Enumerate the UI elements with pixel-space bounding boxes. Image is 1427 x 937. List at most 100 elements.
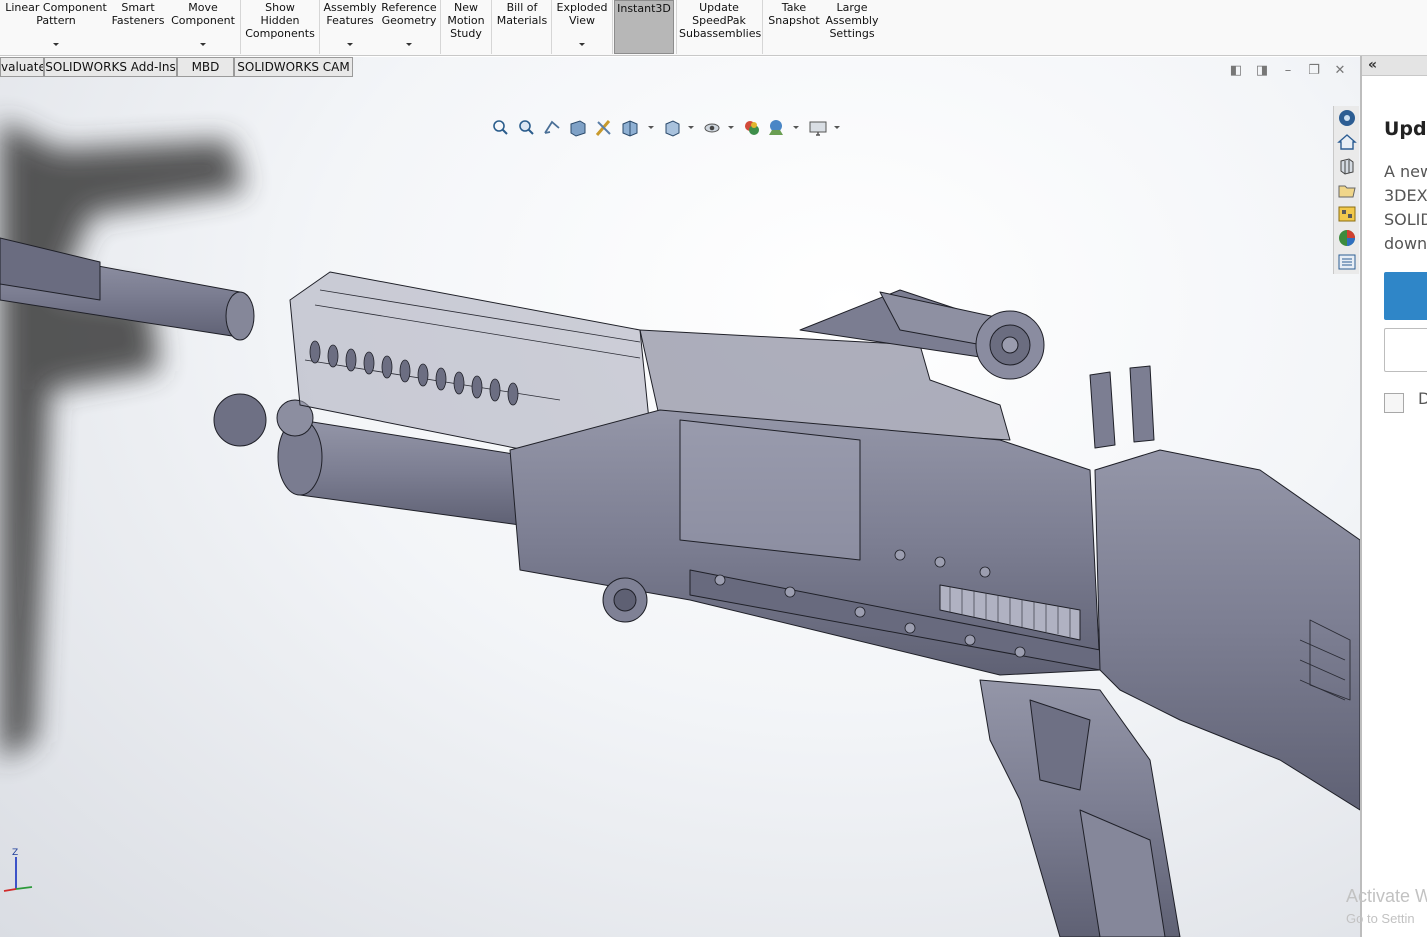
smart-fasteners-button[interactable]: Smart Fasteners — [110, 0, 166, 54]
button-label-line: Component — [171, 14, 235, 27]
tile-left-icon[interactable]: ◧ — [1228, 63, 1244, 79]
hide-show-items-icon[interactable] — [702, 118, 722, 138]
button-label-line: Show — [265, 1, 295, 14]
panel-message-line: SOLID — [1384, 210, 1427, 229]
panel-header: « — [1362, 56, 1427, 76]
section-view-icon[interactable] — [568, 118, 588, 138]
assembly-model-view[interactable] — [0, 57, 1360, 937]
dont-show-again-checkbox[interactable] — [1384, 393, 1404, 413]
button-label-line: Motion — [447, 14, 485, 27]
large-assembly-settings-button[interactable]: Large Assembly Settings — [824, 0, 880, 54]
graphics-area[interactable]: Z — [0, 57, 1360, 937]
close-icon[interactable]: ✕ — [1332, 63, 1348, 79]
appearances-scenes-icon[interactable] — [1337, 228, 1357, 248]
apply-scene-icon[interactable] — [766, 118, 786, 138]
button-label-line: Update — [699, 1, 739, 14]
display-style-icon[interactable] — [662, 118, 682, 138]
tab-evaluate[interactable]: valuate — [0, 57, 44, 77]
view-palette-icon[interactable] — [1337, 204, 1357, 224]
button-label-line: Study — [450, 27, 482, 40]
machine-gun-assembly[interactable] — [0, 237, 1360, 937]
previous-view-icon[interactable] — [542, 118, 562, 138]
bill-of-materials-button[interactable]: Bill of Materials — [494, 0, 550, 54]
chevron-down-icon[interactable] — [793, 126, 799, 129]
chevron-down-icon[interactable] — [347, 43, 353, 46]
chevron-down-icon[interactable] — [406, 43, 412, 46]
chevron-down-icon[interactable] — [53, 43, 59, 46]
minimize-icon[interactable]: – — [1280, 63, 1296, 79]
tile-right-icon[interactable]: ◨ — [1254, 63, 1270, 79]
button-label-line: Linear Component — [5, 1, 107, 14]
show-hidden-components-button[interactable]: Show Hidden Components — [243, 0, 317, 54]
command-manager-ribbon: Linear Component Pattern Smart Fasteners… — [0, 0, 1427, 56]
restore-icon[interactable]: ❐ — [1306, 63, 1322, 79]
button-label-line: Bill of — [506, 1, 538, 14]
task-pane-tab-strip — [1333, 106, 1359, 274]
zoom-to-area-icon[interactable] — [516, 118, 536, 138]
chevron-down-icon[interactable] — [579, 43, 585, 46]
chevron-down-icon[interactable] — [728, 126, 734, 129]
ribbon-separator — [612, 0, 613, 54]
blurred-foreground-part — [0, 120, 245, 760]
button-label-line: New — [454, 1, 478, 14]
chevron-down-icon[interactable] — [688, 126, 694, 129]
activate-windows-watermark: Activate W — [1346, 886, 1427, 906]
new-motion-study-button[interactable]: New Motion Study — [443, 0, 489, 54]
button-label-line: Materials — [496, 14, 548, 27]
button-label-line: Exploded — [556, 1, 608, 14]
ribbon-separator — [762, 0, 763, 54]
move-component-button[interactable]: Move Component — [170, 0, 236, 54]
chevron-down-icon[interactable] — [200, 43, 206, 46]
collapse-panel-icon[interactable]: « — [1368, 56, 1377, 74]
ribbon-separator — [491, 0, 492, 54]
home-icon[interactable] — [1337, 132, 1357, 152]
solidworks-resources-icon[interactable] — [1337, 108, 1357, 128]
ribbon-separator — [440, 0, 441, 54]
button-label-line: Hidden — [260, 14, 300, 27]
button-label-line: Move — [188, 1, 218, 14]
view-orientation-icon[interactable] — [620, 118, 640, 138]
linear-component-pattern-button[interactable]: Linear Component Pattern — [4, 0, 108, 54]
panel-message-line: 3DEX — [1384, 186, 1427, 205]
custom-properties-icon[interactable] — [1337, 252, 1357, 272]
button-label-line: Pattern — [36, 14, 76, 27]
dynamic-annotation-icon[interactable] — [594, 118, 614, 138]
take-snapshot-button[interactable]: Take Snapshot — [766, 0, 822, 54]
assembly-features-button[interactable]: Assembly Features — [322, 0, 378, 54]
panel-message-line: A new — [1384, 162, 1427, 181]
button-label-line: Snapshot — [768, 14, 820, 27]
tab-solidworks-add-ins[interactable]: SOLIDWORKS Add-Ins — [44, 57, 177, 77]
panel-title: Upda — [1384, 118, 1427, 140]
chevron-down-icon[interactable] — [648, 126, 654, 129]
secondary-action-button[interactable] — [1384, 328, 1427, 372]
exploded-view-button[interactable]: Exploded View — [554, 0, 610, 54]
view-settings-icon[interactable] — [808, 118, 828, 138]
dont-show-again-label: D — [1418, 389, 1427, 408]
design-library-icon[interactable] — [1337, 156, 1357, 176]
button-label-line: Smart — [121, 1, 155, 14]
edit-appearance-icon[interactable] — [742, 118, 762, 138]
button-label-line: View — [568, 14, 596, 27]
button-label-line: Features — [326, 14, 374, 27]
primary-action-button[interactable] — [1384, 272, 1427, 320]
button-label-line: Assembly — [323, 1, 377, 14]
button-label-line: Geometry — [381, 14, 437, 27]
button-label-line: Instant3D — [617, 2, 671, 15]
button-label-line: SpeedPak — [692, 14, 746, 27]
button-label-line: Take — [781, 1, 807, 14]
reference-geometry-button[interactable]: Reference Geometry — [380, 0, 438, 54]
ribbon-separator — [319, 0, 320, 54]
activate-windows-subtext: Go to Settin — [1346, 911, 1415, 926]
button-label-line: Components — [245, 27, 315, 40]
button-label-line: Reference — [381, 1, 437, 14]
update-speedpak-subassemblies-button[interactable]: Update SpeedPak Subassemblies — [679, 0, 761, 54]
tab-mbd[interactable]: MBD — [177, 57, 234, 77]
instant3d-button[interactable]: Instant3D — [614, 0, 674, 54]
button-label-line: Fasteners — [111, 14, 165, 27]
tab-solidworks-cam[interactable]: SOLIDWORKS CAM — [234, 57, 353, 77]
button-label-line: Large — [836, 1, 868, 14]
update-notification-panel: « Upda A new 3DEX SOLID downl D — [1360, 56, 1427, 937]
zoom-to-fit-icon[interactable] — [490, 118, 510, 138]
file-explorer-icon[interactable] — [1337, 180, 1357, 200]
chevron-down-icon[interactable] — [834, 126, 840, 129]
